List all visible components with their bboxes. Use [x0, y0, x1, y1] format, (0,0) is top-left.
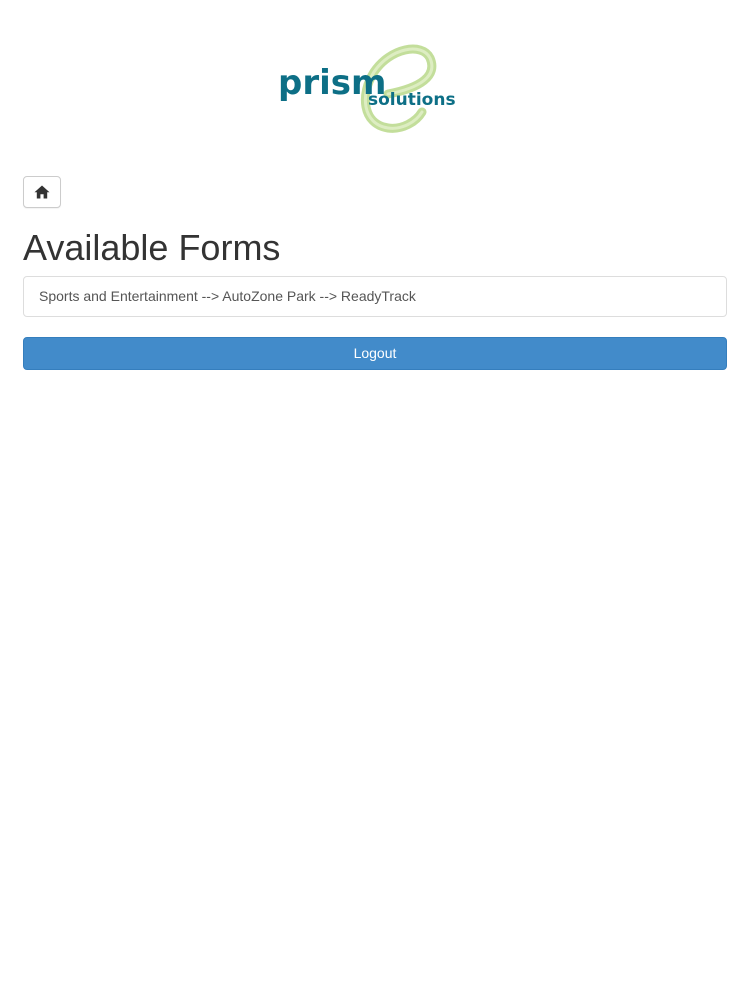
page: prism solutions Available Forms Sports a…	[0, 0, 750, 1000]
prism-solutions-logo: prism solutions	[270, 36, 480, 136]
logout-button[interactable]: Logout	[23, 337, 727, 370]
form-item-readytrack[interactable]: Sports and Entertainment --> AutoZone Pa…	[23, 276, 727, 317]
page-title: Available Forms	[23, 227, 281, 268]
form-list: Sports and Entertainment --> AutoZone Pa…	[23, 276, 727, 317]
home-icon	[34, 185, 50, 199]
logo-graphic: prism solutions	[278, 44, 456, 133]
logo-text-sub: solutions	[368, 90, 456, 110]
home-button[interactable]	[23, 176, 61, 208]
